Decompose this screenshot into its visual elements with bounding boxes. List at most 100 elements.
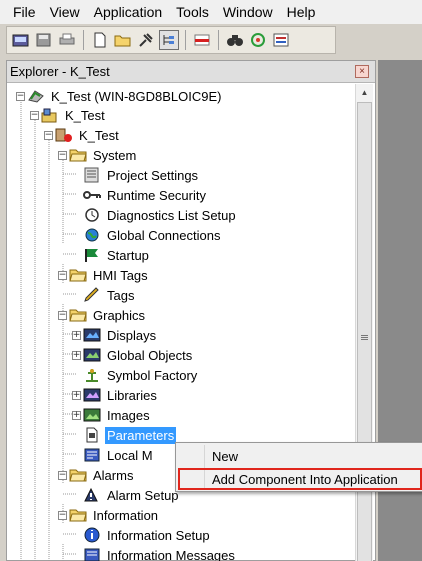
tree-label-displays: Displays	[107, 327, 157, 343]
context-menu-add-component[interactable]: Add Component Into Application	[178, 468, 422, 490]
tree-item-alarm-setup[interactable]: Alarm Setup	[83, 485, 181, 505]
collapse-toggle[interactable]: −	[58, 151, 67, 160]
tree-label-diagnostics: Diagnostics List Setup	[107, 207, 236, 223]
tree-label-alarms: Alarms	[93, 467, 134, 483]
tree-label-parameters: Parameters	[105, 426, 177, 444]
tree-label-hmi-tags: HMI Tags	[93, 267, 148, 283]
tree-item-displays[interactable]: Displays	[83, 325, 158, 345]
tree-label-server: K_Test	[65, 107, 105, 123]
tree-label-root: K_Test (WIN-8GD8BLOIC9E)	[51, 88, 222, 104]
open-folder-icon[interactable]	[113, 30, 133, 50]
tree-label-runtime-security: Runtime Security	[107, 187, 206, 203]
tree-label-startup: Startup	[107, 247, 149, 263]
tree-label-information: Information	[93, 507, 159, 523]
global-objects-icon	[83, 347, 101, 363]
project-settings-icon	[83, 167, 101, 183]
scrollbar-thumb[interactable]	[357, 102, 372, 561]
key-icon	[83, 187, 101, 203]
menu-view[interactable]: View	[43, 0, 87, 24]
expand-toggle[interactable]: +	[72, 351, 81, 360]
expand-toggle[interactable]: +	[72, 391, 81, 400]
tree-item-runtime-security[interactable]: Runtime Security	[83, 185, 208, 205]
close-icon[interactable]: ×	[355, 65, 369, 78]
collapse-toggle[interactable]: −	[58, 511, 67, 520]
application-icon	[55, 127, 73, 143]
tree-item-graphics[interactable]: Graphics	[69, 305, 147, 325]
tree-item-alarms[interactable]: Alarms	[69, 465, 135, 485]
properties-icon[interactable]	[271, 30, 291, 50]
collapse-toggle[interactable]: −	[44, 131, 53, 140]
context-menu: New Add Component Into Application	[175, 442, 422, 492]
tree-label-global-connections: Global Connections	[107, 227, 221, 243]
collapse-toggle[interactable]: −	[58, 471, 67, 480]
explorer-title-bar: Explorer - K_Test ×	[7, 61, 375, 83]
globe-icon	[83, 227, 101, 243]
collapse-toggle[interactable]: −	[30, 111, 39, 120]
tree-item-diagnostics[interactable]: Diagnostics List Setup	[83, 205, 238, 225]
clock-icon	[83, 207, 101, 223]
menu-tools[interactable]: Tools	[169, 0, 216, 24]
menu-help[interactable]: Help	[280, 0, 323, 24]
context-menu-new[interactable]: New	[178, 445, 422, 467]
explorer-title: Explorer - K_Test	[10, 64, 110, 79]
tree-item-images[interactable]: Images	[83, 405, 152, 425]
startup-flag-icon	[83, 247, 101, 263]
tree-item-server[interactable]: K_Test	[41, 105, 107, 125]
tree-item-root[interactable]: K_Test (WIN-8GD8BLOIC9E)	[27, 86, 224, 106]
tree-item-hmi-tags[interactable]: HMI Tags	[69, 265, 150, 285]
close-red-icon[interactable]	[192, 30, 212, 50]
tree-label-system: System	[93, 147, 137, 163]
tree-item-local-messages[interactable]: Local M	[83, 445, 155, 465]
tree-label-project-settings: Project Settings	[107, 167, 199, 183]
grip-icon	[361, 336, 368, 338]
tree-label-information-setup: Information Setup	[107, 527, 210, 543]
open-project-icon[interactable]	[11, 30, 31, 50]
tree-label-graphics: Graphics	[93, 307, 146, 323]
folder-open-icon	[69, 467, 87, 483]
tag-pen-icon	[83, 287, 101, 303]
images-icon	[83, 407, 101, 423]
tree-item-system[interactable]: System	[69, 145, 138, 165]
save-icon[interactable]	[34, 30, 54, 50]
find-icon[interactable]	[225, 30, 245, 50]
new-icon[interactable]	[90, 30, 110, 50]
menu-application[interactable]: Application	[87, 0, 170, 24]
displays-icon	[83, 327, 101, 343]
tree-item-global-objects[interactable]: Global Objects	[83, 345, 194, 365]
libraries-icon	[83, 387, 101, 403]
folder-open-icon	[69, 267, 87, 283]
menu-file[interactable]: File	[6, 0, 43, 24]
tree-item-tags[interactable]: Tags	[83, 285, 136, 305]
tree-label-application: K_Test	[79, 127, 119, 143]
print-icon[interactable]	[57, 30, 77, 50]
tree-item-global-connections[interactable]: Global Connections	[83, 225, 222, 245]
scroll-up-arrow-icon[interactable]: ▲	[356, 84, 373, 101]
tree-label-global-objects: Global Objects	[107, 347, 193, 363]
context-menu-new-label: New	[212, 448, 239, 464]
menu-window[interactable]: Window	[216, 0, 280, 24]
toolbar-separator	[185, 30, 186, 50]
explorer-icon[interactable]	[159, 30, 179, 50]
tree-item-information[interactable]: Information	[69, 505, 160, 525]
tree-item-libraries[interactable]: Libraries	[83, 385, 159, 405]
collapse-toggle[interactable]: −	[58, 271, 67, 280]
tree-item-project-settings[interactable]: Project Settings	[83, 165, 200, 185]
folder-open-icon	[69, 507, 87, 523]
tree-item-parameters[interactable]: Parameters	[83, 425, 177, 445]
expand-toggle[interactable]: +	[72, 411, 81, 420]
computer-icon	[27, 88, 45, 104]
tree-item-symbol-factory[interactable]: Symbol Factory	[83, 365, 199, 385]
collapse-toggle[interactable]: −	[58, 311, 67, 320]
alarm-setup-icon	[83, 487, 101, 503]
tree-label-information-messages: Information Messages	[107, 547, 235, 561]
refresh-icon[interactable]	[248, 30, 268, 50]
pin-icon[interactable]	[136, 30, 156, 50]
tree-item-application[interactable]: K_Test	[55, 125, 121, 145]
tree-item-information-messages[interactable]: Information Messages	[83, 545, 237, 561]
tree-item-startup[interactable]: Startup	[83, 245, 151, 265]
collapse-toggle[interactable]: −	[16, 92, 25, 101]
symbol-factory-icon	[83, 367, 101, 383]
tree-item-information-setup[interactable]: Information Setup	[83, 525, 212, 545]
expand-toggle[interactable]: +	[72, 331, 81, 340]
parameters-file-icon	[83, 427, 101, 443]
